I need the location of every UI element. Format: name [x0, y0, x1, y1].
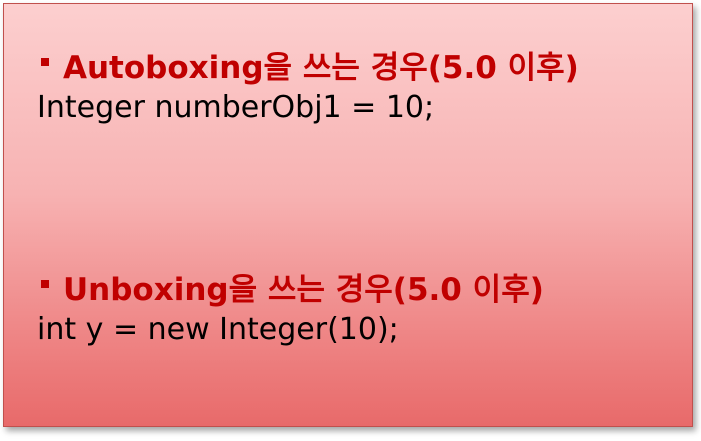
heading-text: Autoboxing을 쓰는 경우(5.0 이후) — [63, 49, 579, 86]
code-example: int y = new Integer(10); — [37, 312, 399, 347]
section-heading: Autoboxing을 쓰는 경우(5.0 이후) — [37, 42, 579, 86]
autoboxing-section: Autoboxing을 쓰는 경우(5.0 이후) Integer number… — [37, 42, 579, 130]
code-example: Integer numberObj1 = 10; — [37, 90, 435, 125]
square-bullet-icon — [41, 58, 49, 66]
unboxing-section: Unboxing을 쓰는 경우(5.0 이후) int y = new Inte… — [37, 264, 544, 352]
section-heading: Unboxing을 쓰는 경우(5.0 이후) — [37, 264, 544, 308]
content-box: Autoboxing을 쓰는 경우(5.0 이후) Integer number… — [3, 3, 693, 427]
square-bullet-icon — [41, 280, 49, 288]
heading-text: Unboxing을 쓰는 경우(5.0 이후) — [63, 271, 544, 308]
